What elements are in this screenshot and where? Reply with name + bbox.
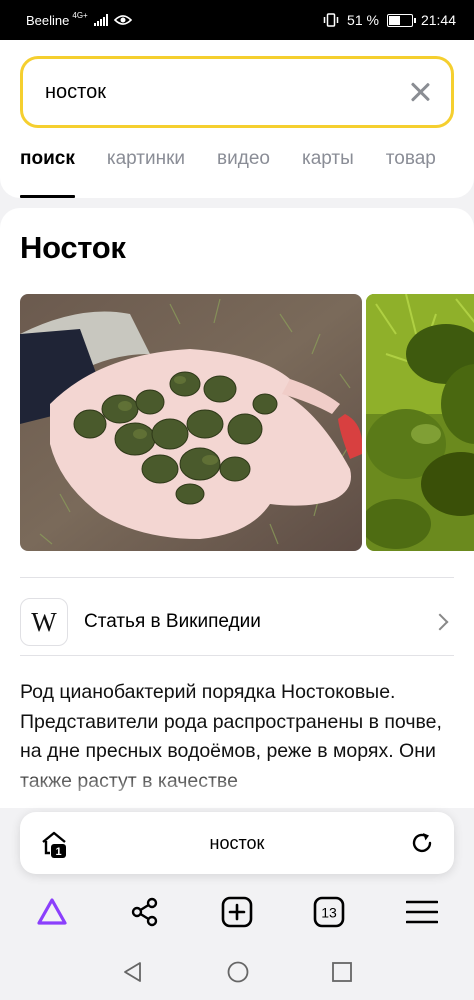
home-badge: 1 [55, 846, 61, 858]
share-button[interactable] [120, 887, 170, 937]
entity-image-closeup[interactable] [366, 294, 474, 551]
tabs-icon[interactable]: 13 [313, 896, 345, 928]
reload-icon[interactable] [410, 831, 434, 855]
wikipedia-icon: W [20, 598, 68, 646]
signal-icon [93, 14, 108, 26]
network-type: 4G+ [72, 10, 88, 20]
back-icon[interactable] [121, 960, 145, 984]
entity-title: Носток [20, 230, 126, 265]
entity-image-hand[interactable] [20, 294, 362, 551]
system-nav-bar [0, 944, 474, 1000]
chevron-right-icon [431, 613, 449, 631]
search-query[interactable]: носток [45, 81, 409, 104]
divider [20, 655, 454, 656]
wikipedia-label: Статья в Википедии [84, 611, 261, 632]
divider [20, 577, 454, 578]
tab-video[interactable]: видео [217, 148, 270, 198]
search-field[interactable]: носток [20, 56, 454, 128]
browser-toolbar: 13 [0, 884, 474, 940]
address-text[interactable]: носток [210, 833, 265, 854]
clock: 21:44 [420, 12, 456, 28]
clear-icon[interactable] [409, 81, 431, 103]
new-tab-icon[interactable] [221, 896, 253, 928]
tab-images[interactable]: картинки [107, 148, 185, 198]
battery-icon [386, 13, 416, 27]
menu-icon[interactable] [405, 899, 438, 925]
new-tab-button[interactable] [212, 887, 262, 937]
entity-card: Носток W Статья в Википедии Род цианобак… [0, 208, 474, 808]
address-bar[interactable]: 1 носток [20, 812, 454, 874]
recents-icon[interactable] [331, 961, 353, 983]
tab-search[interactable]: поиск [20, 148, 75, 198]
tabs-button[interactable]: 13 [304, 887, 354, 937]
alice-button[interactable] [27, 887, 77, 937]
home-tabs-icon[interactable]: 1 [40, 830, 70, 858]
text-fade [0, 768, 474, 808]
wikipedia-link[interactable]: W Статья в Википедии [20, 589, 454, 655]
tab-products[interactable]: товар [386, 148, 436, 198]
battery-percent: 51 % [347, 12, 379, 28]
search-tabs: поиск картинки видео карты товар [20, 148, 436, 198]
status-bar: Beeline 4G+ 51 % 21:44 [0, 0, 474, 40]
alice-icon[interactable] [36, 897, 68, 927]
search-header: носток поиск картинки видео карты товар [0, 40, 474, 198]
home-icon[interactable] [226, 960, 250, 984]
tab-count: 13 [322, 905, 338, 921]
carrier-name: Beeline [26, 12, 70, 28]
tab-maps[interactable]: карты [302, 148, 354, 198]
eye-icon [113, 15, 132, 25]
menu-button[interactable] [397, 887, 447, 937]
vibrate-icon [323, 13, 339, 27]
share-icon[interactable] [130, 897, 160, 927]
